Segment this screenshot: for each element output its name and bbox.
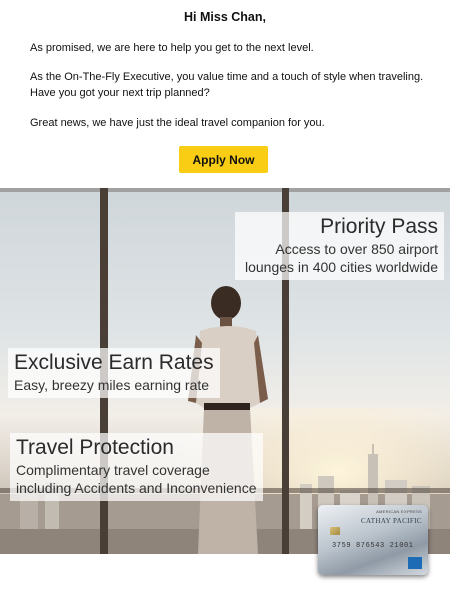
priority-pass-panel: Priority Pass Access to over 850 airport… bbox=[235, 212, 444, 280]
window-frame bbox=[0, 188, 450, 192]
travel-protection-panel: Travel Protection Complimentary travel c… bbox=[10, 433, 263, 501]
card-brand: CATHAY PACIFIC bbox=[360, 517, 422, 525]
earn-rates-panel: Exclusive Earn Rates Easy, breezy miles … bbox=[8, 348, 220, 398]
intro-paragraph: As promised, we are here to help you get… bbox=[30, 42, 314, 54]
priority-pass-line-2: lounges in 400 cities worldwide bbox=[245, 259, 438, 275]
companion-paragraph: Great news, we have just the ideal trave… bbox=[30, 117, 325, 129]
value-paragraph: As the On-The-Fly Executive, you value t… bbox=[30, 71, 424, 99]
earn-rates-subtitle: Easy, breezy miles earning rate bbox=[14, 377, 210, 393]
woman-silhouette bbox=[188, 286, 268, 554]
card-number: 3759 876543 21001 bbox=[332, 542, 414, 550]
apply-now-button[interactable]: Apply Now bbox=[179, 146, 268, 173]
travel-protection-title: Travel Protection bbox=[16, 436, 174, 459]
card-issuer: AMERICAN EXPRESS bbox=[376, 509, 422, 514]
priority-pass-title: Priority Pass bbox=[320, 215, 438, 238]
travel-protection-line-2: including Accidents and Inconvenience bbox=[16, 480, 257, 496]
greeting: Hi Miss Chan, bbox=[184, 10, 266, 24]
credit-card-image: AMERICAN EXPRESS CATHAY PACIFIC 3759 876… bbox=[318, 505, 428, 575]
amex-logo-icon bbox=[408, 557, 422, 569]
card-chip-icon bbox=[330, 527, 340, 535]
travel-protection-line-1: Complimentary travel coverage bbox=[16, 462, 210, 478]
priority-pass-line-1: Access to over 850 airport bbox=[275, 241, 438, 257]
hero-banner[interactable]: Priority Pass Access to over 850 airport… bbox=[0, 188, 450, 554]
earn-rates-title: Exclusive Earn Rates bbox=[14, 351, 214, 374]
